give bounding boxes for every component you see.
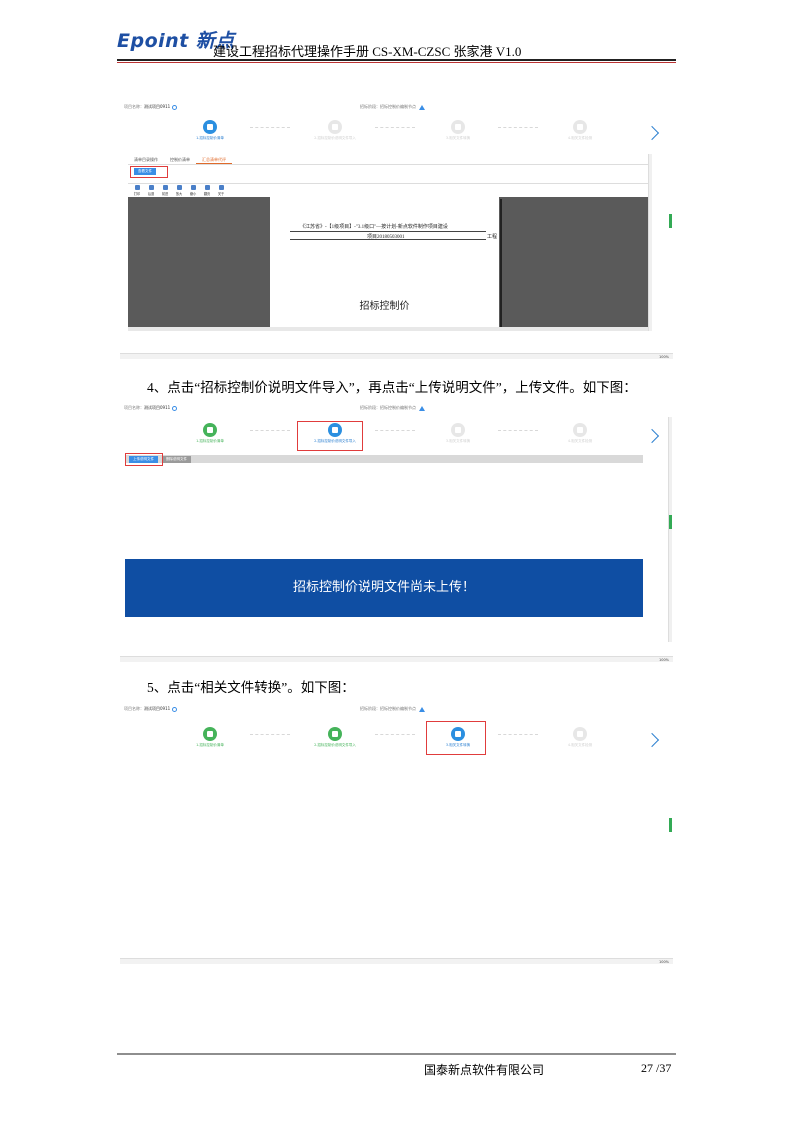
forward-tool[interactable]: 前进 xyxy=(160,185,170,196)
doc-line-3: 工程 xyxy=(487,235,498,240)
highlight-box xyxy=(130,166,168,178)
tab-list-operation[interactable]: 清单目录操作 xyxy=(128,156,164,164)
header-rule-accent xyxy=(117,62,676,63)
status-bar: 100% xyxy=(120,958,673,964)
tab-bar: 清单目录操作 控制价清单 汇总清单代评 xyxy=(128,156,648,165)
step-description-import[interactable]: 2.招标控制价说明文件导入 xyxy=(300,120,370,141)
page-tool[interactable]: 翻页 xyxy=(202,185,212,196)
step-file-convert[interactable]: 3.相关文件转换 xyxy=(423,120,493,141)
stage-name: 招标控制价编制节点 xyxy=(380,405,416,410)
info-bar: 项目名称：测试项目0911 招标阶段：招标控制价编制节点 xyxy=(120,702,673,716)
zoom-level[interactable]: 100% xyxy=(659,658,669,662)
refresh-icon[interactable] xyxy=(172,104,178,110)
zoom-level[interactable]: 100% xyxy=(659,355,669,359)
step-control-price-list[interactable]: 1.招标控制价清单 xyxy=(175,423,245,444)
step-wizard: 1.招标控制价清单 2.招标控制价说明文件导入 3.相关文件转换 4.相关文件检… xyxy=(120,120,673,150)
doc-line-1: 《江苏省》-【1级项目】-"3.1级口"—按计划-新点软件制作项目建设 xyxy=(300,225,448,230)
list-icon xyxy=(203,727,217,741)
refresh-icon[interactable] xyxy=(172,405,178,411)
highlight-box xyxy=(125,453,163,466)
screenshot-description-import: 项目名称：测试项目0911 招标阶段：招标控制价编制节点 1.招标控制价清单 2… xyxy=(120,401,673,664)
doc-heading: 招标控制价 xyxy=(359,301,410,312)
document-title: 建设工程招标代理操作手册 CS-XM-CZSC 张家港 V1.0 xyxy=(213,44,522,59)
warning-icon xyxy=(419,706,425,712)
project-name: 测试项目0911 xyxy=(144,405,171,410)
back-tool[interactable]: 后退 xyxy=(146,185,156,196)
vertical-scrollbar[interactable] xyxy=(668,417,672,642)
back-icon xyxy=(148,185,154,190)
import-icon xyxy=(328,727,342,741)
step-file-check[interactable]: 4.相关文件检测 xyxy=(545,727,615,748)
document-viewer: 《江苏省》-【1级项目】-"3.1级口"—按计划-新点软件制作项目建设 项目20… xyxy=(128,197,648,327)
check-icon xyxy=(573,423,587,437)
tab-summary[interactable]: 汇总清单代评 xyxy=(196,156,232,164)
step-control-price-list[interactable]: 1.招标控制价清单 xyxy=(175,120,245,141)
zoom-level[interactable]: 100% xyxy=(659,960,669,964)
instruction-step-4: 4、点击“招标控制价说明文件导入”，再点击“上传说明文件”，上传文件。如下图： xyxy=(147,380,637,395)
step-file-check[interactable]: 4.相关文件检测 xyxy=(545,423,615,444)
action-bar xyxy=(125,455,643,463)
print-tool[interactable]: 打印 xyxy=(132,185,142,196)
stage-name: 招标控制价编制节点 xyxy=(380,104,416,109)
check-icon xyxy=(573,727,587,741)
scroll-thumb[interactable] xyxy=(669,214,672,228)
forward-icon xyxy=(162,185,168,190)
highlight-box xyxy=(426,721,486,755)
step-description-import[interactable]: 2.招标控制价说明文件导入 xyxy=(300,727,370,748)
warning-icon xyxy=(419,104,425,110)
vertical-scrollbar[interactable] xyxy=(648,154,652,331)
scroll-thumb[interactable] xyxy=(669,818,672,832)
zoom-out-icon xyxy=(190,185,196,190)
zoom-out-tool[interactable]: 缩小 xyxy=(188,185,198,196)
highlight-box xyxy=(297,421,363,451)
viewer-scrollbar[interactable] xyxy=(128,327,648,331)
company-name: 国泰新点软件有限公司 xyxy=(424,1063,545,1077)
document-page: 《江苏省》-【1级项目】-"3.1级口"—按计划-新点软件制作项目建设 项目20… xyxy=(270,197,499,327)
empty-state-banner: 招标控制价说明文件尚未上传！ xyxy=(125,559,643,617)
info-bar: 项目名称：测试项目0911 招标阶段：招标控制价编制节点 xyxy=(120,100,673,114)
convert-icon xyxy=(451,120,465,134)
convert-icon xyxy=(451,423,465,437)
step-file-check[interactable]: 4.相关文件检测 xyxy=(545,120,615,141)
list-icon xyxy=(203,423,217,437)
info-bar: 项目名称：测试项目0911 招标阶段：招标控制价编制节点 xyxy=(120,401,673,415)
viewer-toolbar: 打印 后退 前进 放大 缩小 翻页 关于 xyxy=(128,183,648,197)
import-icon xyxy=(328,120,342,134)
footer-rule xyxy=(117,1053,676,1055)
chevron-right-icon[interactable] xyxy=(644,125,660,141)
project-name: 测试项目0911 xyxy=(144,706,171,711)
instruction-step-5: 5、点击“相关文件转换”。如下图： xyxy=(147,680,355,695)
zoom-in-icon xyxy=(176,185,182,190)
chevron-right-icon[interactable] xyxy=(644,732,660,748)
stage-name: 招标控制价编制节点 xyxy=(380,706,416,711)
page-icon xyxy=(204,185,210,190)
zoom-in-tool[interactable]: 放大 xyxy=(174,185,184,196)
about-icon xyxy=(218,185,224,190)
about-tool[interactable]: 关于 xyxy=(216,185,226,196)
step-wizard: 1.招标控制价清单 2.招标控制价说明文件导入 3.相关文件转换 4.相关文件检… xyxy=(120,423,673,453)
check-icon xyxy=(573,120,587,134)
step-file-convert[interactable]: 3.相关文件转换 xyxy=(423,423,493,444)
refresh-icon[interactable] xyxy=(172,706,178,712)
delete-description-button[interactable]: 删除说明文件 xyxy=(162,456,191,463)
screenshot-control-price-list: 项目名称：测试项目0911 招标阶段：招标控制价编制节点 1.招标控制价清单 2… xyxy=(120,100,673,362)
list-icon xyxy=(203,120,217,134)
page-number: 27 /37 xyxy=(641,1061,672,1075)
screenshot-file-convert: 项目名称：测试项目0911 招标阶段：招标控制价编制节点 1.招标控制价清单 2… xyxy=(120,702,673,966)
scroll-thumb[interactable] xyxy=(669,515,672,529)
status-bar: 100% xyxy=(120,656,673,662)
step-wizard: 1.招标控制价清单 2.招标控制价说明文件导入 3.相关文件转换 4.相关文件检… xyxy=(120,727,673,757)
warning-icon xyxy=(419,405,425,411)
step-control-price-list[interactable]: 1.招标控制价清单 xyxy=(175,727,245,748)
print-icon xyxy=(134,185,140,190)
header-rule xyxy=(117,59,676,61)
tab-control-price-list[interactable]: 控制价清单 xyxy=(164,156,196,164)
project-name: 测试项目0911 xyxy=(144,104,171,109)
chevron-right-icon[interactable] xyxy=(644,428,660,444)
status-bar: 100% xyxy=(120,353,673,359)
